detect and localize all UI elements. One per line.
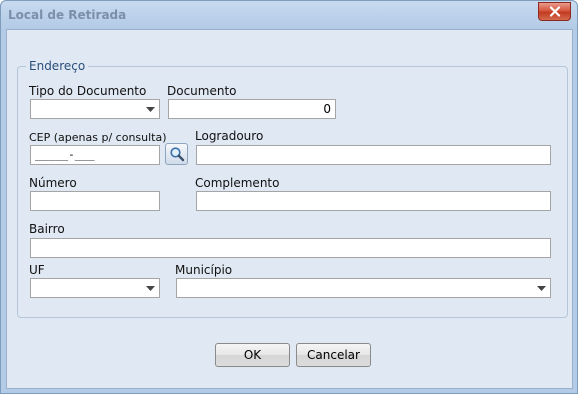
dialog-window: Local de Retirada Endereço Tipo do Docum… <box>0 0 578 394</box>
numero-input[interactable] <box>30 191 160 211</box>
complemento-input[interactable] <box>196 191 551 211</box>
logradouro-label: Logradouro <box>195 129 264 143</box>
bairro-label: Bairro <box>29 222 65 236</box>
numero-label: Número <box>29 176 77 190</box>
municipio-select[interactable] <box>176 278 551 298</box>
dialog-content: Endereço Tipo do Documento Documento 0 C… <box>6 29 573 389</box>
chevron-down-icon <box>146 286 155 291</box>
tipo-documento-select[interactable] <box>30 99 160 119</box>
close-icon <box>549 6 560 17</box>
documento-label: Documento <box>167 84 237 98</box>
cep-label: CEP (apenas p/ consulta) <box>29 131 167 144</box>
uf-label: UF <box>29 263 45 277</box>
cep-search-button[interactable] <box>165 143 188 165</box>
uf-select[interactable] <box>30 278 160 298</box>
title-bar[interactable]: Local de Retirada <box>1 1 577 29</box>
cep-input[interactable]: _____-___ <box>30 145 160 165</box>
tipo-documento-label: Tipo do Documento <box>29 84 147 98</box>
bairro-input[interactable] <box>30 238 551 258</box>
magnifier-icon <box>169 147 184 162</box>
chevron-down-icon <box>537 286 546 291</box>
ok-button[interactable]: OK <box>215 343 290 367</box>
cancel-button[interactable]: Cancelar <box>296 343 371 367</box>
documento-input[interactable]: 0 <box>168 99 336 119</box>
address-group-legend: Endereço <box>26 59 89 73</box>
close-button[interactable] <box>538 2 571 21</box>
municipio-label: Município <box>175 263 233 277</box>
logradouro-input[interactable] <box>196 145 551 165</box>
chevron-down-icon <box>146 107 155 112</box>
window-title: Local de Retirada <box>8 8 127 22</box>
complemento-label: Complemento <box>195 176 280 190</box>
